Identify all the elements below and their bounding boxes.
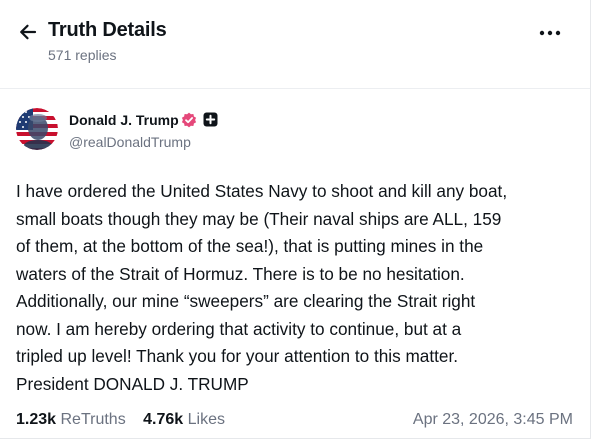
author-handle[interactable]: @realDonaldTrump — [69, 134, 191, 150]
post-body-line: tripled up level! Thank you for your att… — [16, 346, 459, 366]
reply-count: 571 replies — [48, 47, 117, 63]
more-horizontal-icon — [539, 30, 561, 36]
verified-check-icon — [181, 112, 197, 128]
author-name[interactable]: Donald J. Trump — [69, 112, 179, 128]
retruths-stat[interactable]: 1.23k ReTruths — [16, 411, 126, 428]
post-body-line: of them, at the bottom of the sea!), tha… — [16, 236, 484, 256]
post-body-line: now. I am hereby ordering that activity … — [16, 318, 462, 339]
retruths-count: 1.23k — [16, 411, 57, 428]
avatar[interactable] — [16, 108, 58, 150]
likes-stat[interactable]: 4.76k Likes — [143, 411, 225, 428]
post-body-line: waters of the Strait of Hormuz. There is… — [16, 263, 465, 284]
post-detail-panel: Truth Details 571 replies Donald J. Trum… — [0, 0, 591, 439]
retruths-label: ReTruths — [60, 411, 126, 428]
page-title: Truth Details — [48, 19, 167, 41]
more-options-button[interactable] — [537, 24, 563, 42]
plus-badge-icon — [203, 112, 218, 127]
post-body: I have ordered the United States Navy to… — [16, 178, 576, 398]
post-body-line: President DONALD J. TRUMP — [16, 373, 249, 394]
back-button[interactable] — [17, 21, 39, 43]
likes-count: 4.76k — [143, 411, 184, 428]
post-body-line: I have ordered the United States Navy to… — [16, 181, 508, 201]
post-body-line: Additionally, our mine “sweepers” are cl… — [16, 291, 476, 311]
arrow-left-icon — [20, 24, 37, 40]
post-timestamp: Apr 23, 2026, 3:45 PM — [412, 411, 573, 428]
post-body-line: small boats though they may be (Their na… — [16, 208, 502, 229]
likes-label: Likes — [187, 411, 226, 428]
header: Truth Details 571 replies — [0, 0, 590, 89]
engagement-stats: 1.23k ReTruths 4.76k Likes — [16, 411, 238, 429]
